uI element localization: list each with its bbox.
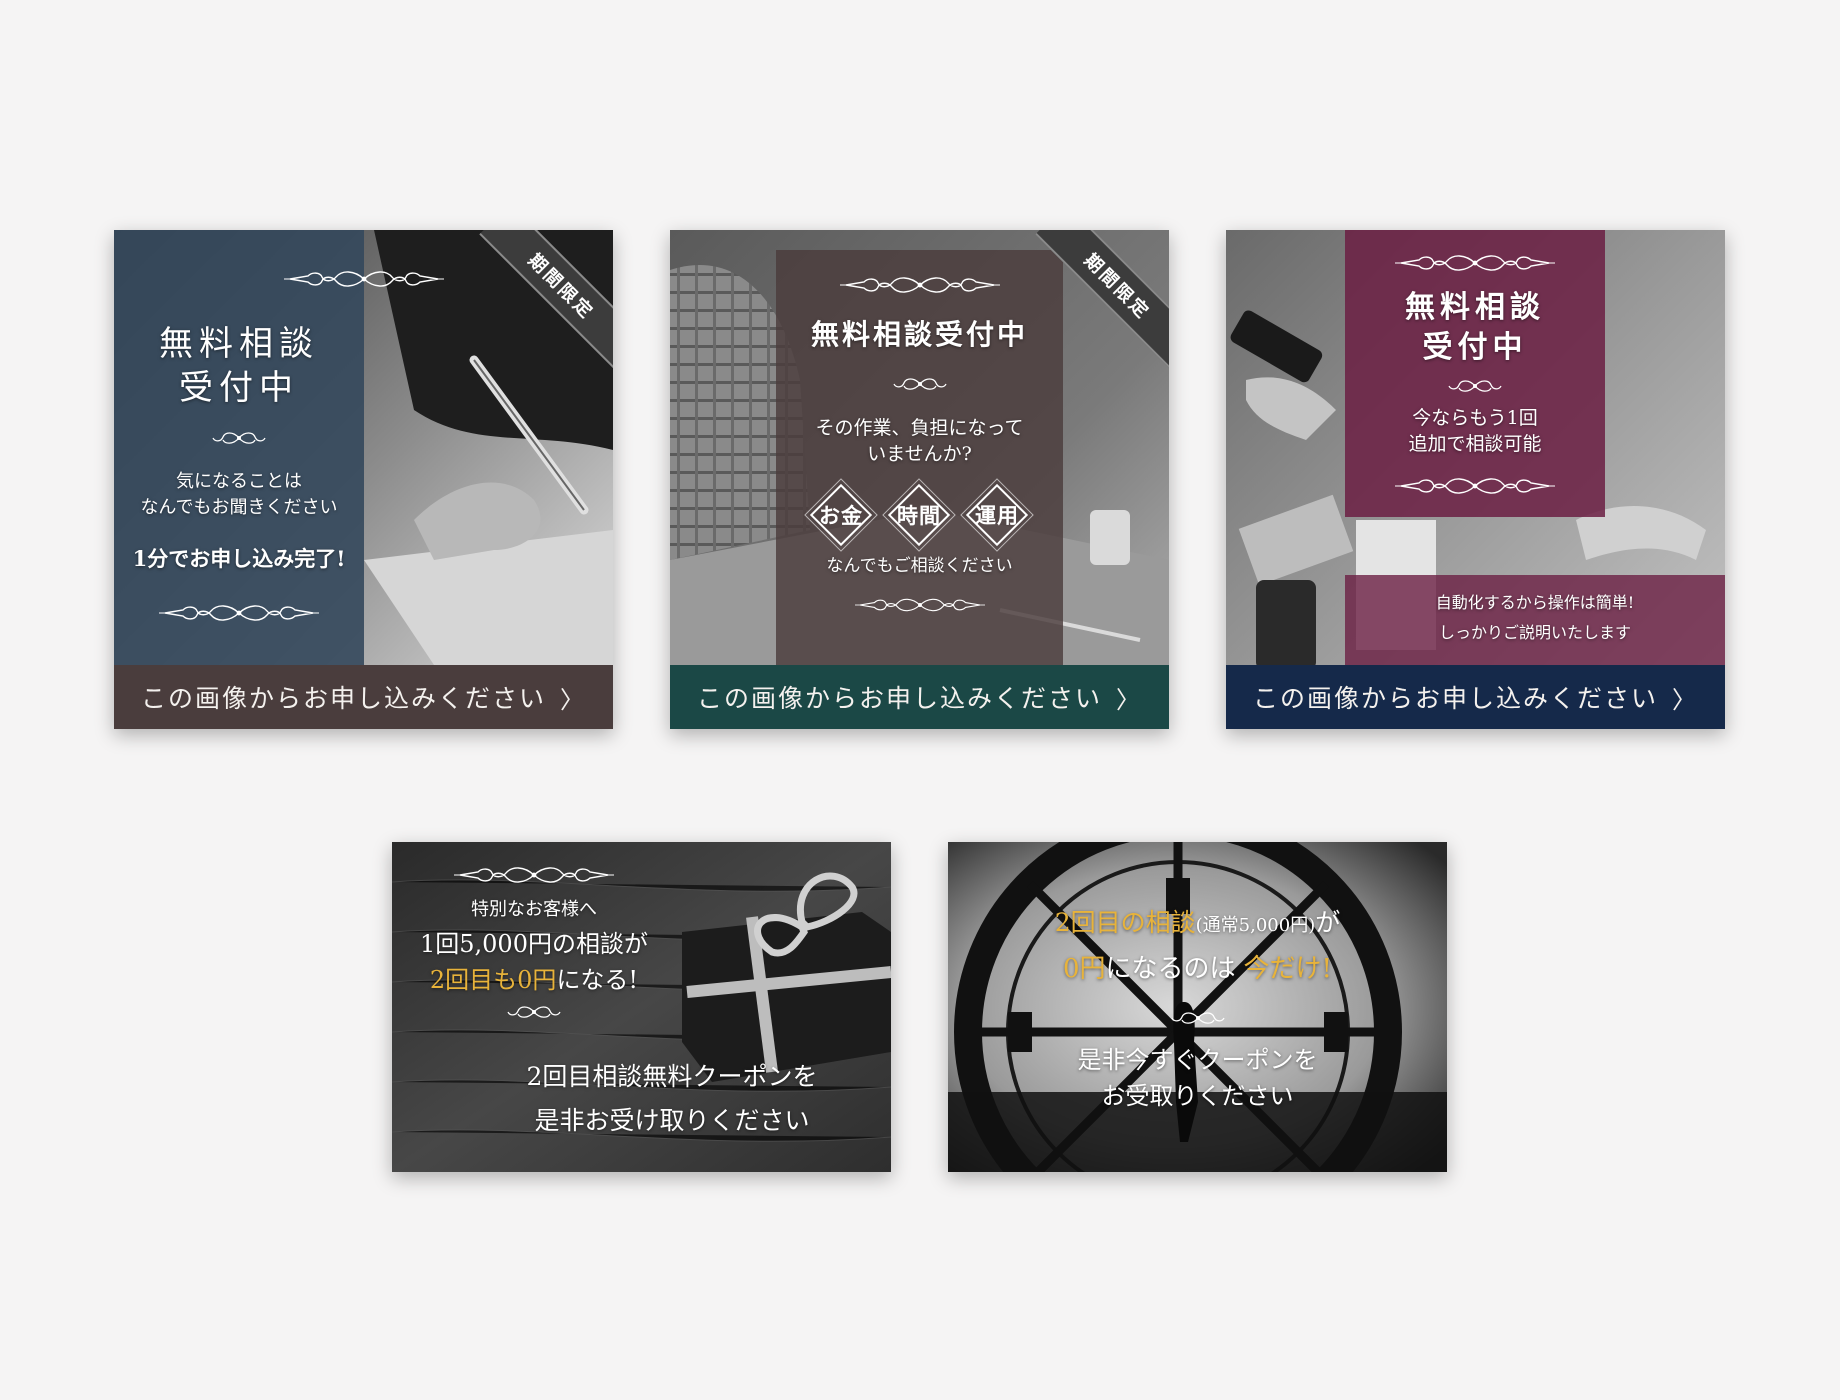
title-line1: 無料相談 [159,324,319,364]
banner-free-consultation-navy-crimson[interactable]: 無料相談 受付中 今ならもう1回 追加で相談可能 自動化するから操作は簡単! し… [1226,230,1725,729]
ornament-small-icon [1445,378,1505,394]
line3: 2回目も0円になる! [392,964,676,996]
ornament-divider-icon [1395,475,1555,497]
line5: 是非お受け取りください [534,1106,810,1135]
line1-note: (通常5,000円) [1195,915,1316,936]
cta-label: この画像からお申し込みください [696,684,1102,713]
line2-highlight: 0円 [1062,954,1106,984]
chevron-right-icon: 〉 [1116,685,1142,714]
ornament-small-icon [890,376,950,392]
line3: 是非今すぐクーポンを [1077,1046,1318,1074]
ornament-divider-icon [1395,252,1555,274]
ornament-small-icon [504,1004,564,1020]
subtext-line2: なんでもお聞きください [140,497,338,518]
chevron-right-icon: 〉 [1672,685,1698,714]
highlight-text: 1分でお申し込み完了! [132,546,346,571]
banner-free-consultation-teal[interactable]: 無料相談受付中 その作業、負担になって いませんか? お金 時間 運用 なんでも… [670,230,1169,729]
line3-highlight: 2回目も0円 [429,966,557,994]
ornament-small-icon [209,430,269,446]
line1-highlight: 2回目の相談 [1054,908,1196,937]
subtext-line1: 気になることは [176,471,302,492]
cta-label: この画像からお申し込みください [1252,684,1658,713]
clock-window-photo [948,842,1447,1172]
subtext-line2: いませんか? [867,443,972,465]
ornament-divider-icon [159,602,319,624]
ornament-divider-icon [284,268,444,290]
line1: 特別なお客様へ [471,899,597,920]
line2: 1回5,000円の相談が [420,930,648,958]
ornament-divider-icon [855,596,985,614]
line3-rest: になる! [556,966,639,994]
badge-money: お金 [810,484,872,546]
cta-label: この画像からお申し込みください [140,684,546,713]
line4: 2回目相談無料クーポンを [526,1062,818,1091]
footer-text: なんでもご相談ください [826,556,1013,576]
apply-cta-button[interactable]: この画像からお申し込みください〉 [670,665,1169,729]
title-line2: 受付中 [1422,330,1528,365]
subtext-line2: 追加で相談可能 [1408,433,1542,455]
line2-mid: になるのは [1105,954,1236,984]
subtext-line1: その作業、負担になって [815,417,1024,439]
line4: お受取りください [1101,1082,1294,1110]
apply-cta-button[interactable]: この画像からお申し込みください〉 [114,665,613,729]
apply-cta-button[interactable]: この画像からお申し込みください〉 [1226,665,1725,729]
title-line2: 受付中 [179,368,299,408]
title: 無料相談受付中 [810,318,1028,351]
badge-group: お金 時間 運用 [670,484,1169,546]
title-line1: 無料相談 [1405,290,1545,325]
banner-coupon-gift[interactable]: 特別なお客様へ 1回5,000円の相談が 2回目も0円になる! 2回目相談無料ク… [392,842,891,1172]
banner-free-consultation-navy[interactable]: 無料相談 受付中 気になることは なんでもお聞きください 1分でお申し込み完了!… [114,230,613,729]
line1: 2回目の相談(通常5,000円)が [948,906,1447,940]
ornament-divider-icon [840,274,1000,296]
banner-coupon-clock[interactable]: 2回目の相談(通常5,000円)が 0円になるのは 今だけ! 是非今すぐクーポンを… [948,842,1447,1172]
office-work-photo [670,230,1169,729]
bottom-line2: しっかりご説明いたします [1438,623,1631,642]
badge-operation: 運用 [966,484,1028,546]
chevron-right-icon: 〉 [560,685,586,714]
ornament-small-icon [1168,1010,1228,1026]
bottom-line1: 自動化するから操作は簡単! [1435,593,1635,612]
ornament-divider-icon [454,864,614,886]
line1-rest: が [1315,908,1341,937]
subtext-line1: 今ならもう1回 [1412,407,1538,429]
line2-highlight2: 今だけ! [1243,954,1332,984]
line2: 0円になるのは 今だけ! [948,952,1447,987]
badge-time: 時間 [888,484,950,546]
